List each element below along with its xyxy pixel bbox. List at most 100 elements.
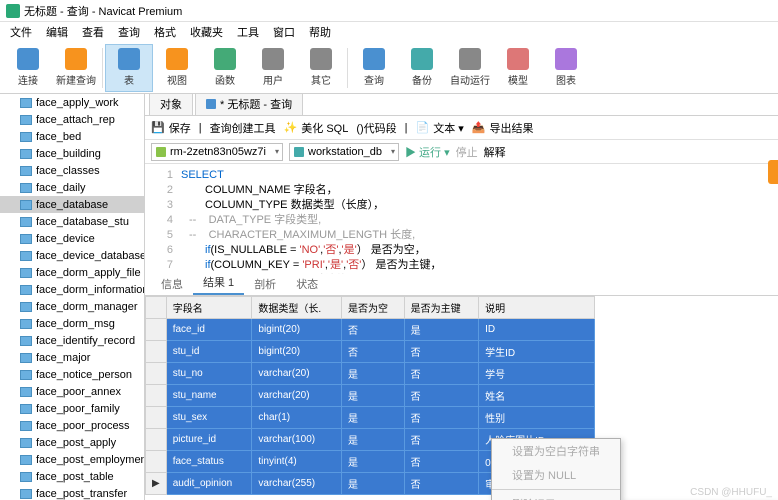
tree-item[interactable]: face_identify_record — [0, 332, 144, 349]
side-badge[interactable] — [768, 160, 778, 184]
toolbar-用户[interactable]: 用户 — [249, 44, 297, 92]
tree-item[interactable]: face_building — [0, 145, 144, 162]
table-icon — [20, 336, 32, 346]
tree-item[interactable]: face_database_stu — [0, 213, 144, 230]
ctx-set-null[interactable]: 设置为 NULL — [492, 463, 620, 487]
tab-objects[interactable]: 对象 — [149, 94, 193, 115]
table-icon — [20, 302, 32, 312]
tree-item[interactable]: face_post_transfer — [0, 485, 144, 500]
toolbar-icon — [17, 48, 39, 70]
toolbar-icon — [310, 48, 332, 70]
title-bar: 无标题 - 查询 - Navicat Premium — [0, 0, 778, 22]
tree-item[interactable]: face_apply_work — [0, 94, 144, 111]
toolbar-icon — [262, 48, 284, 70]
column-header[interactable]: 数据类型（长. — [252, 297, 342, 319]
menu-window[interactable]: 窗口 — [267, 22, 301, 42]
database-icon — [294, 147, 304, 157]
result-tabs: 信息 结果 1 剖析 状态 — [145, 274, 778, 296]
toolbar-模型[interactable]: 模型 — [494, 44, 542, 92]
export-button[interactable]: 📤导出结果 — [472, 120, 534, 136]
table-tree[interactable]: face_apply_workface_attach_repface_bedfa… — [0, 94, 145, 500]
menu-query[interactable]: 查询 — [112, 22, 146, 42]
tree-item[interactable]: face_post_table — [0, 468, 144, 485]
tree-item[interactable]: face_daily — [0, 179, 144, 196]
table-icon — [20, 370, 32, 380]
tree-item[interactable]: face_major — [0, 349, 144, 366]
server-combo[interactable]: rm-2zetn83n05wz7i — [151, 143, 283, 161]
sql-editor[interactable]: 1SELECT 2COLUMN_NAME 字段名， 3COLUMN_TYPE 数… — [145, 164, 778, 274]
tree-item[interactable]: face_notice_person — [0, 366, 144, 383]
tree-item[interactable]: face_dorm_msg — [0, 315, 144, 332]
tree-item[interactable]: face_poor_family — [0, 400, 144, 417]
toolbar-icon — [118, 48, 140, 70]
run-button[interactable]: ▶ 运行 ▾ — [405, 144, 450, 160]
tab-info[interactable]: 信息 — [151, 273, 193, 295]
explain-button[interactable]: 解释 — [484, 144, 506, 160]
tree-item[interactable]: face_poor_process — [0, 417, 144, 434]
beautify-button[interactable]: ✨美化 SQL — [284, 120, 349, 136]
table-icon — [20, 234, 32, 244]
toolbar-新建查询[interactable]: 新建查询 — [52, 44, 100, 92]
tab-status[interactable]: 状态 — [286, 273, 328, 295]
toolbar-icon — [555, 48, 577, 70]
database-combo[interactable]: workstation_db — [289, 143, 399, 161]
table-icon — [20, 404, 32, 414]
menu-fav[interactable]: 收藏夹 — [184, 22, 229, 42]
ctx-delete[interactable]: 删除记录 — [492, 492, 620, 500]
menu-view[interactable]: 查看 — [76, 22, 110, 42]
toolbar-icon — [459, 48, 481, 70]
menu-edit[interactable]: 编辑 — [40, 22, 74, 42]
ctx-set-blank[interactable]: 设置为空白字符串 — [492, 439, 620, 463]
code-snippet-button[interactable]: ()代码段 — [356, 120, 396, 136]
tree-item[interactable]: face_device — [0, 230, 144, 247]
stop-button[interactable]: 停止 — [456, 144, 478, 160]
save-button[interactable]: 💾 保存 — [151, 120, 191, 136]
table-icon — [20, 251, 32, 261]
menu-file[interactable]: 文件 — [4, 22, 38, 42]
tree-item[interactable]: face_bed — [0, 128, 144, 145]
tree-item[interactable]: face_post_employmen — [0, 451, 144, 468]
toolbar-查询[interactable]: 查询 — [350, 44, 398, 92]
tree-item[interactable]: face_dorm_apply_file — [0, 264, 144, 281]
toolbar-视图[interactable]: 视图 — [153, 44, 201, 92]
toolbar-备份[interactable]: 备份 — [398, 44, 446, 92]
column-header[interactable]: 是否为主键 — [404, 297, 478, 319]
table-icon — [20, 387, 32, 397]
tree-item[interactable]: face_dorm_information — [0, 281, 144, 298]
toolbar-表[interactable]: 表 — [105, 44, 153, 92]
table-row[interactable]: face_idbigint(20)否是ID — [146, 319, 595, 341]
toolbar-图表[interactable]: 图表 — [542, 44, 590, 92]
main-toolbar: 连接新建查询表视图函数用户其它查询备份自动运行模型图表 — [0, 42, 778, 94]
tab-profile[interactable]: 剖析 — [244, 273, 286, 295]
query-icon — [206, 99, 216, 109]
result-grid[interactable]: 字段名数据类型（长.是否为空是否为主键说明face_idbigint(20)否是… — [145, 296, 778, 500]
column-header[interactable]: 是否为空 — [341, 297, 404, 319]
tree-item[interactable]: face_classes — [0, 162, 144, 179]
toolbar-自动运行[interactable]: 自动运行 — [446, 44, 494, 92]
tab-result1[interactable]: 结果 1 — [193, 271, 244, 295]
text-button[interactable]: 📄文本 ▾ — [416, 120, 464, 136]
column-header[interactable]: 说明 — [479, 297, 595, 319]
column-header[interactable]: 字段名 — [166, 297, 252, 319]
tree-item[interactable]: face_post_apply — [0, 434, 144, 451]
table-row[interactable]: stu_idbigint(20)否否学生ID — [146, 341, 595, 363]
table-icon — [20, 149, 32, 159]
table-icon — [20, 319, 32, 329]
query-builder-button[interactable]: 查询创建工具 — [210, 120, 276, 136]
toolbar-函数[interactable]: 函数 — [201, 44, 249, 92]
toolbar-连接[interactable]: 连接 — [4, 44, 52, 92]
tree-item[interactable]: face_poor_annex — [0, 383, 144, 400]
menu-help[interactable]: 帮助 — [303, 22, 337, 42]
menu-tools[interactable]: 工具 — [231, 22, 265, 42]
table-row[interactable]: stu_sexchar(1)是否性别 — [146, 407, 595, 429]
tree-item[interactable]: face_dorm_manager — [0, 298, 144, 315]
toolbar-其它[interactable]: 其它 — [297, 44, 345, 92]
table-row[interactable]: stu_namevarchar(20)是否姓名 — [146, 385, 595, 407]
tab-query[interactable]: * 无标题 - 查询 — [195, 94, 303, 115]
tree-item[interactable]: face_database — [0, 196, 144, 213]
tree-item[interactable]: face_device_database — [0, 247, 144, 264]
tree-item[interactable]: face_attach_rep — [0, 111, 144, 128]
window-title: 无标题 - 查询 - Navicat Premium — [24, 3, 182, 19]
table-row[interactable]: stu_novarchar(20)是否学号 — [146, 363, 595, 385]
menu-format[interactable]: 格式 — [148, 22, 182, 42]
